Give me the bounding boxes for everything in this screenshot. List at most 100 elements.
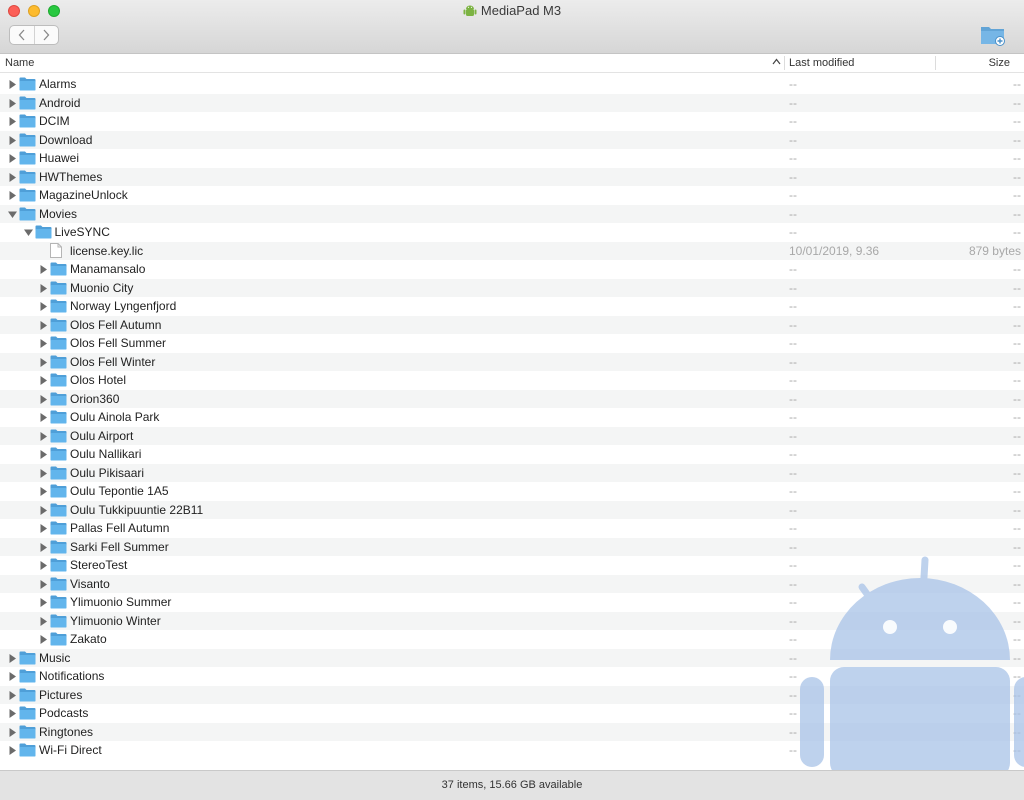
disclosure-triangle-right-icon[interactable] <box>8 172 17 182</box>
table-row[interactable]: Oulu Tukkipuuntie 22B11 -- -- <box>0 500 1024 519</box>
folder-icon <box>19 96 36 109</box>
table-row[interactable]: StereoTest -- -- <box>0 556 1024 575</box>
table-row[interactable]: Orion360 -- -- <box>0 389 1024 408</box>
disclosure-triangle-right-icon[interactable] <box>39 376 48 385</box>
disclosure-triangle-right-icon[interactable] <box>8 191 17 200</box>
disclosure-triangle-right-icon[interactable] <box>39 561 48 570</box>
disclosure-triangle-right-icon[interactable] <box>39 598 48 607</box>
folder-name: Ringtones <box>39 724 94 739</box>
table-row[interactable]: license.key.lic 10/01/2019, 9.36 879 bytes <box>0 241 1024 260</box>
folder-icon <box>35 225 51 239</box>
column-divider[interactable] <box>784 56 785 70</box>
table-row[interactable]: Olos Fell Winter -- -- <box>0 352 1024 371</box>
disclosure-triangle-right-icon[interactable] <box>8 135 17 145</box>
disclosure-triangle-right-icon[interactable] <box>8 727 17 737</box>
disclosure-triangle-down-icon[interactable] <box>23 228 33 237</box>
table-row[interactable]: Huawei -- -- <box>0 149 1024 168</box>
disclosure-triangle-right-icon[interactable] <box>39 431 48 441</box>
table-row[interactable]: Download -- -- <box>0 130 1024 149</box>
disclosure-triangle-right-icon[interactable] <box>39 579 48 589</box>
disclosure-triangle-right-icon[interactable] <box>39 542 48 552</box>
column-divider[interactable] <box>935 56 936 70</box>
table-row[interactable]: Pictures -- -- <box>0 685 1024 704</box>
table-row[interactable]: Olos Fell Summer -- -- <box>0 334 1024 353</box>
table-row[interactable]: DCIM -- -- <box>0 112 1024 131</box>
table-row[interactable]: MagazineUnlock -- -- <box>0 186 1024 205</box>
table-row[interactable]: Ylimuonio Summer -- -- <box>0 593 1024 612</box>
forward-button[interactable] <box>33 26 59 44</box>
folder-icon <box>50 336 67 350</box>
table-row[interactable]: Podcasts -- -- <box>0 704 1024 723</box>
folder-name: Olos Fell Summer <box>70 336 167 350</box>
disclosure-triangle-right-icon[interactable] <box>39 413 48 422</box>
disclosure-triangle-right-icon[interactable] <box>39 450 48 459</box>
disclosure-triangle-right-icon[interactable] <box>39 616 48 626</box>
file-size: -- <box>1013 132 1021 147</box>
disclosure-triangle-right-icon[interactable] <box>39 265 48 274</box>
disclosure-triangle-right-icon[interactable] <box>39 487 48 496</box>
disclosure-triangle-right-icon[interactable] <box>39 505 48 515</box>
disclosure-triangle-right-icon[interactable] <box>8 672 17 681</box>
disclosure-triangle-right-icon[interactable] <box>8 746 17 755</box>
folder-icon <box>50 410 67 424</box>
table-row[interactable]: Ylimuonio Winter -- -- <box>0 611 1024 630</box>
table-row[interactable]: Pallas Fell Autumn -- -- <box>0 519 1024 538</box>
disclosure-triangle-down-icon[interactable] <box>8 210 17 219</box>
disclosure-triangle-right-icon[interactable] <box>8 653 17 663</box>
modified-date: -- <box>789 114 797 128</box>
table-row[interactable]: Music -- -- <box>0 648 1024 667</box>
disclosure-triangle-right-icon[interactable] <box>39 635 48 644</box>
table-row[interactable]: Manamansalo -- -- <box>0 260 1024 279</box>
table-row[interactable]: Alarms -- -- <box>0 75 1024 94</box>
table-row[interactable]: Ringtones -- -- <box>0 722 1024 741</box>
modified-date: -- <box>789 706 797 720</box>
folder-name: HWThemes <box>39 169 103 184</box>
size-column-header[interactable]: Size <box>989 57 1010 69</box>
table-row[interactable]: Movies -- -- <box>0 204 1024 223</box>
table-row[interactable]: Android -- -- <box>0 93 1024 112</box>
table-row[interactable]: Oulu Nallikari -- -- <box>0 445 1024 464</box>
table-row[interactable]: Norway Lyngenfjord -- -- <box>0 297 1024 316</box>
folder-icon <box>50 318 67 331</box>
table-row[interactable]: Visanto -- -- <box>0 574 1024 593</box>
table-row[interactable]: Oulu Airport -- -- <box>0 426 1024 445</box>
disclosure-triangle-right-icon[interactable] <box>39 339 48 348</box>
disclosure-triangle-right-icon[interactable] <box>39 468 48 478</box>
folder-name: Orion360 <box>70 391 120 406</box>
table-row[interactable]: Sarki Fell Summer -- -- <box>0 537 1024 556</box>
file-size: -- <box>1013 447 1021 461</box>
disclosure-triangle-right-icon[interactable] <box>39 394 48 404</box>
table-row[interactable]: Notifications -- -- <box>0 667 1024 686</box>
disclosure-triangle-right-icon[interactable] <box>8 80 17 89</box>
table-row[interactable]: LiveSYNC -- -- <box>0 223 1024 242</box>
disclosure-triangle-right-icon[interactable] <box>39 320 48 330</box>
last-modified-column-header[interactable]: Last modified <box>789 57 854 69</box>
disclosure-triangle-right-icon[interactable] <box>39 357 48 367</box>
table-row[interactable]: Zakato -- -- <box>0 630 1024 649</box>
back-button[interactable] <box>10 26 34 44</box>
folder-icon <box>50 373 67 387</box>
name-column-header[interactable]: Name <box>5 57 34 69</box>
table-row[interactable]: Oulu Tepontie 1A5 -- -- <box>0 482 1024 501</box>
disclosure-triangle-right-icon[interactable] <box>39 302 48 311</box>
table-row[interactable]: Oulu Ainola Park -- -- <box>0 408 1024 427</box>
disclosure-triangle-right-icon[interactable] <box>8 709 17 718</box>
disclosure-triangle-right-icon[interactable] <box>8 690 17 700</box>
table-row[interactable]: Muonio City -- -- <box>0 278 1024 297</box>
disclosure-triangle-right-icon[interactable] <box>39 283 48 293</box>
modified-date: -- <box>789 410 797 424</box>
disclosure-triangle-right-icon[interactable] <box>39 524 48 533</box>
table-row[interactable]: Olos Hotel -- -- <box>0 371 1024 390</box>
table-row[interactable]: Olos Fell Autumn -- -- <box>0 315 1024 334</box>
new-folder-button[interactable] <box>980 24 1006 49</box>
disclosure-triangle-right-icon[interactable] <box>8 98 17 108</box>
table-row[interactable]: Wi-Fi Direct -- -- <box>0 741 1024 760</box>
table-row[interactable]: Oulu Pikisaari -- -- <box>0 463 1024 482</box>
disclosure-triangle-right-icon[interactable] <box>8 117 17 126</box>
sort-ascending-icon[interactable] <box>772 58 781 65</box>
folder-icon <box>19 725 36 738</box>
table-row[interactable]: HWThemes -- -- <box>0 167 1024 186</box>
folder-icon <box>19 77 36 91</box>
modified-date: -- <box>789 188 797 202</box>
disclosure-triangle-right-icon[interactable] <box>8 154 17 163</box>
